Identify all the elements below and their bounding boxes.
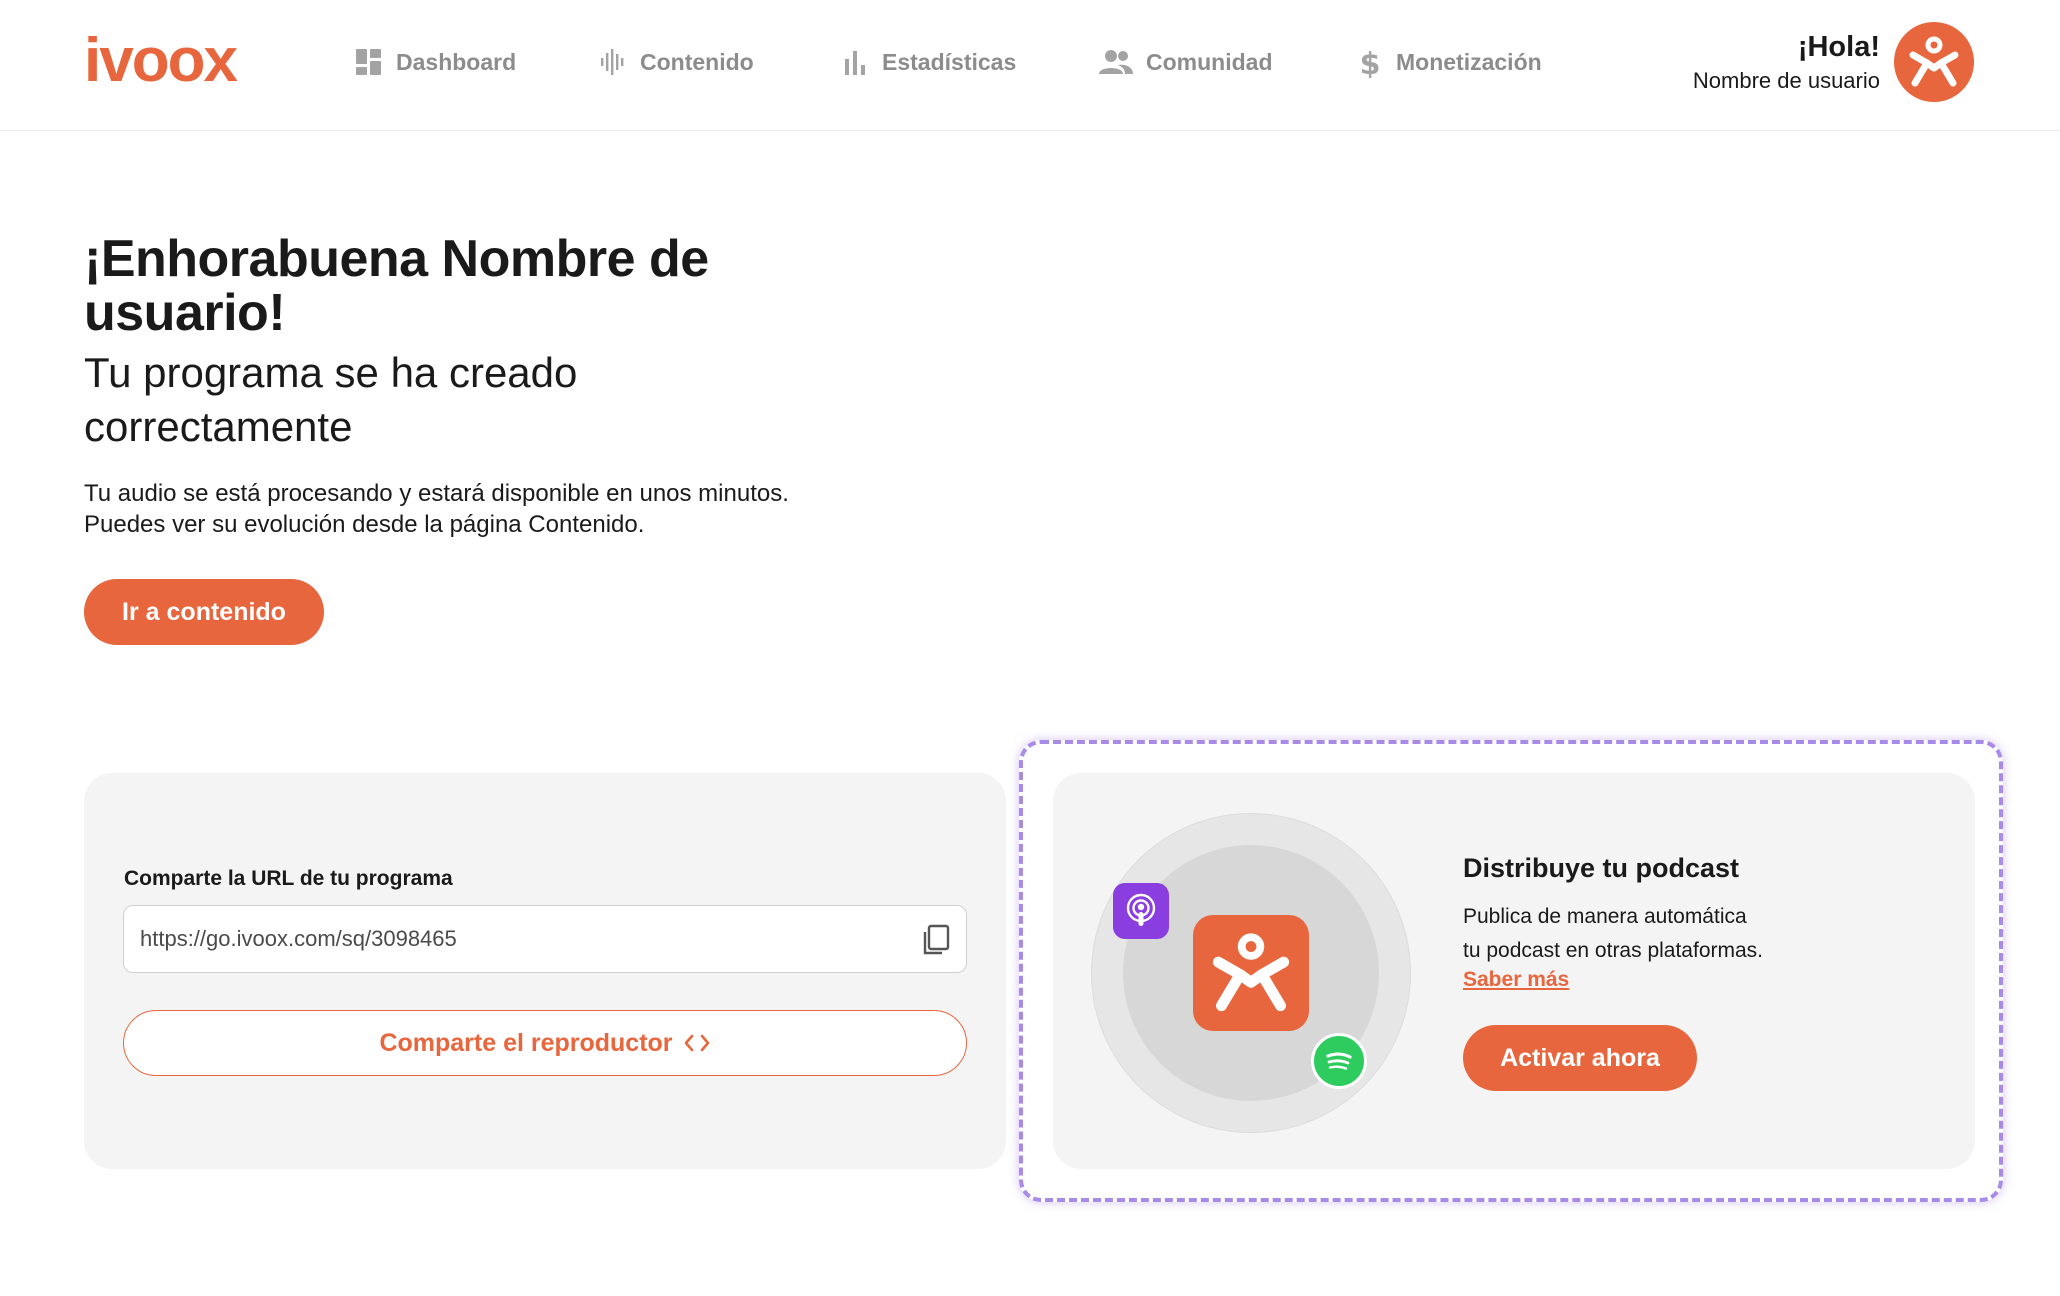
people-icon [1099,50,1133,74]
share-player-button[interactable]: Comparte el reproductor [123,1010,967,1076]
platforms-illustration [1091,813,1411,1133]
dollar-icon: $ [1360,47,1381,78]
nav-item-dashboard[interactable]: Dashboard [354,44,516,80]
apple-podcasts-icon [1113,883,1169,939]
activate-now-button[interactable]: Activar ahora [1463,1025,1697,1091]
code-icon [684,1034,709,1052]
nav-item-comunidad[interactable]: Comunidad [1098,44,1273,80]
share-player-label: Comparte el reproductor [379,1028,673,1057]
nav-item-label: Dashboard [396,48,517,75]
go-to-content-button[interactable]: Ir a contenido [84,579,324,645]
share-url-label: Comparte la URL de tu programa [124,867,453,890]
nav-item-label: Monetización [1396,48,1542,75]
avatar[interactable] [1894,22,1974,102]
user-name: Nombre de usuario [1692,68,1880,93]
copy-icon[interactable] [920,923,952,957]
processing-text-line: Puedes ver su evolución desde la página … [84,511,645,538]
nav-item-label: Comunidad [1146,48,1273,75]
spotify-icon [1311,1033,1367,1089]
dashboard-icon [356,49,381,75]
distribute-card: Distribuye tu podcast Publica de manera … [1053,773,1975,1169]
top-header: ivoox Dashboard Contenido Estadísticas C… [0,0,2060,131]
processing-text-line: Tu audio se está procesando y estará dis… [84,480,789,507]
ivoox-logo[interactable]: ivoox [84,30,238,92]
share-url-field[interactable]: https://go.ivoox.com/sq/3098465 [123,905,967,973]
ivoox-figure-icon [1909,36,1959,87]
nav-item-contenido[interactable]: Contenido [598,44,754,80]
nav-item-estadisticas[interactable]: Estadísticas [842,44,1016,80]
distribute-title: Distribuye tu podcast [1463,853,1740,883]
share-card: Comparte la URL de tu programa https://g… [84,773,1006,1169]
distribute-text-line: tu podcast en otras plataformas. [1463,939,1763,962]
share-url-value: https://go.ivoox.com/sq/3098465 [140,926,457,951]
ivoox-app-icon [1193,915,1309,1031]
distribute-description: Publica de manera automática tu podcast … [1463,900,1883,968]
audio-wave-icon [601,49,624,75]
page-subtitle: Tu programa se ha creado correctamente [84,349,578,450]
bar-chart-icon [845,51,865,75]
page-title: ¡Enhorabuena Nombre de usuario! [84,230,709,342]
nav-item-label: Contenido [640,48,754,75]
learn-more-link[interactable]: Saber más [1463,968,1569,992]
processing-message: Tu audio se está procesando y estará dis… [84,478,904,540]
greeting-title: ¡Hola! [1797,31,1880,63]
svg-text:$: $ [1360,47,1381,78]
nav-item-monetizacion[interactable]: $ Monetización [1356,44,1542,80]
distribute-text-line: Publica de manera automática [1463,905,1747,928]
user-greeting: ¡Hola! Nombre de usuario [1693,30,1880,96]
nav-item-label: Estadísticas [882,48,1017,75]
